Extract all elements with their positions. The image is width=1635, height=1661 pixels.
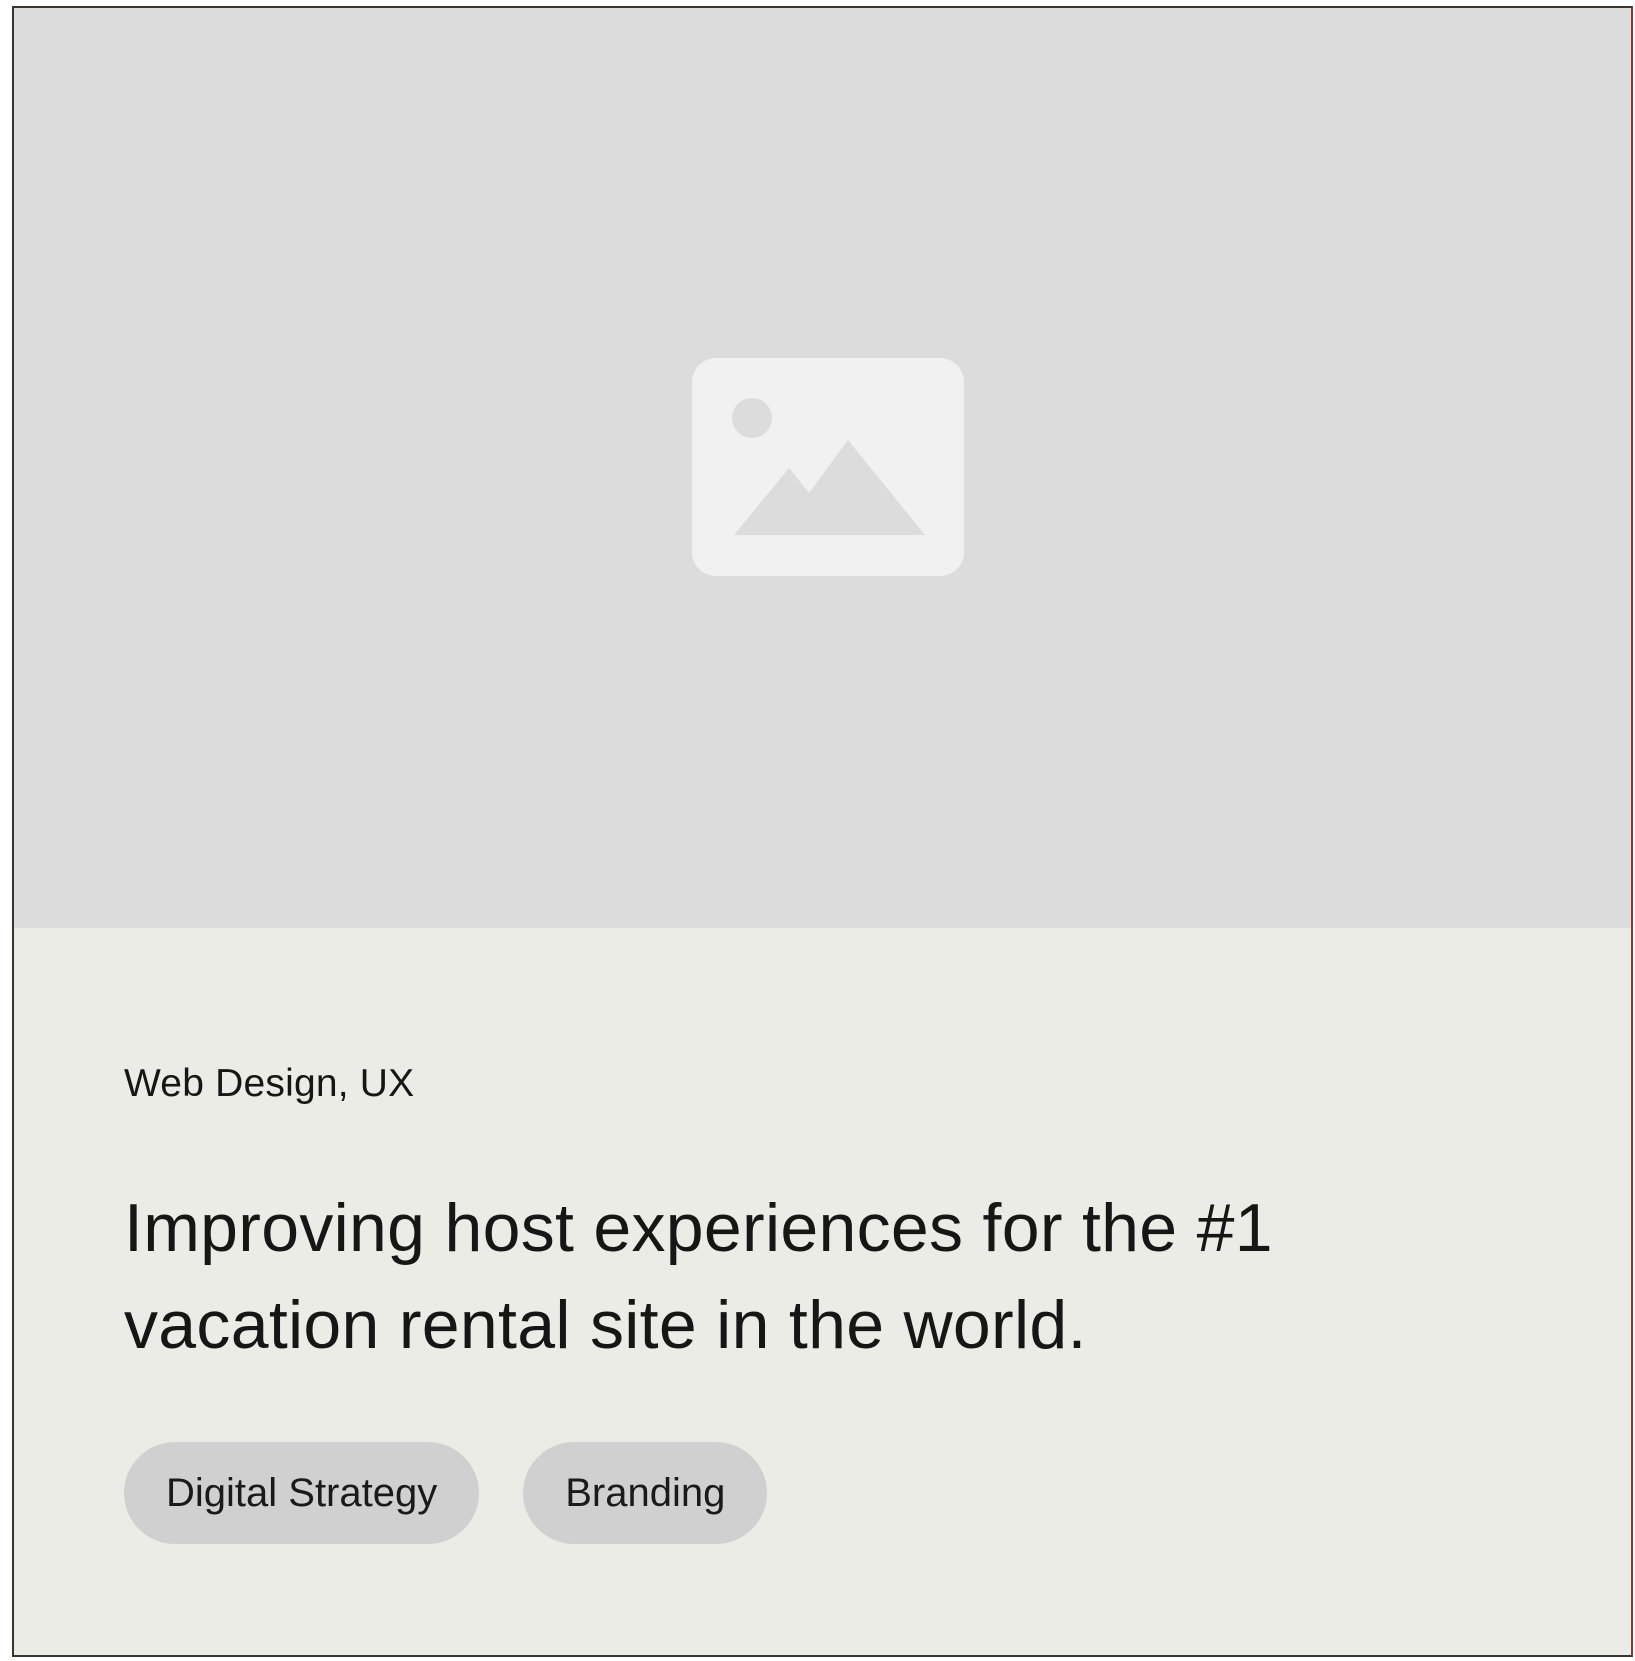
- tag-branding[interactable]: Branding: [523, 1442, 768, 1544]
- project-card[interactable]: Web Design, UX Improving host experience…: [12, 6, 1633, 1657]
- project-headline: Improving host experiences for the #1 va…: [124, 1190, 1273, 1363]
- card-content: Web Design, UX Improving host experience…: [124, 1060, 1524, 1544]
- project-image: [14, 8, 1631, 928]
- tag-digital-strategy[interactable]: Digital Strategy: [124, 1442, 480, 1544]
- project-category: Web Design, UX: [124, 1062, 415, 1105]
- image-placeholder-icon: [692, 358, 964, 576]
- tag-list: Digital Strategy Branding: [124, 1442, 1524, 1544]
